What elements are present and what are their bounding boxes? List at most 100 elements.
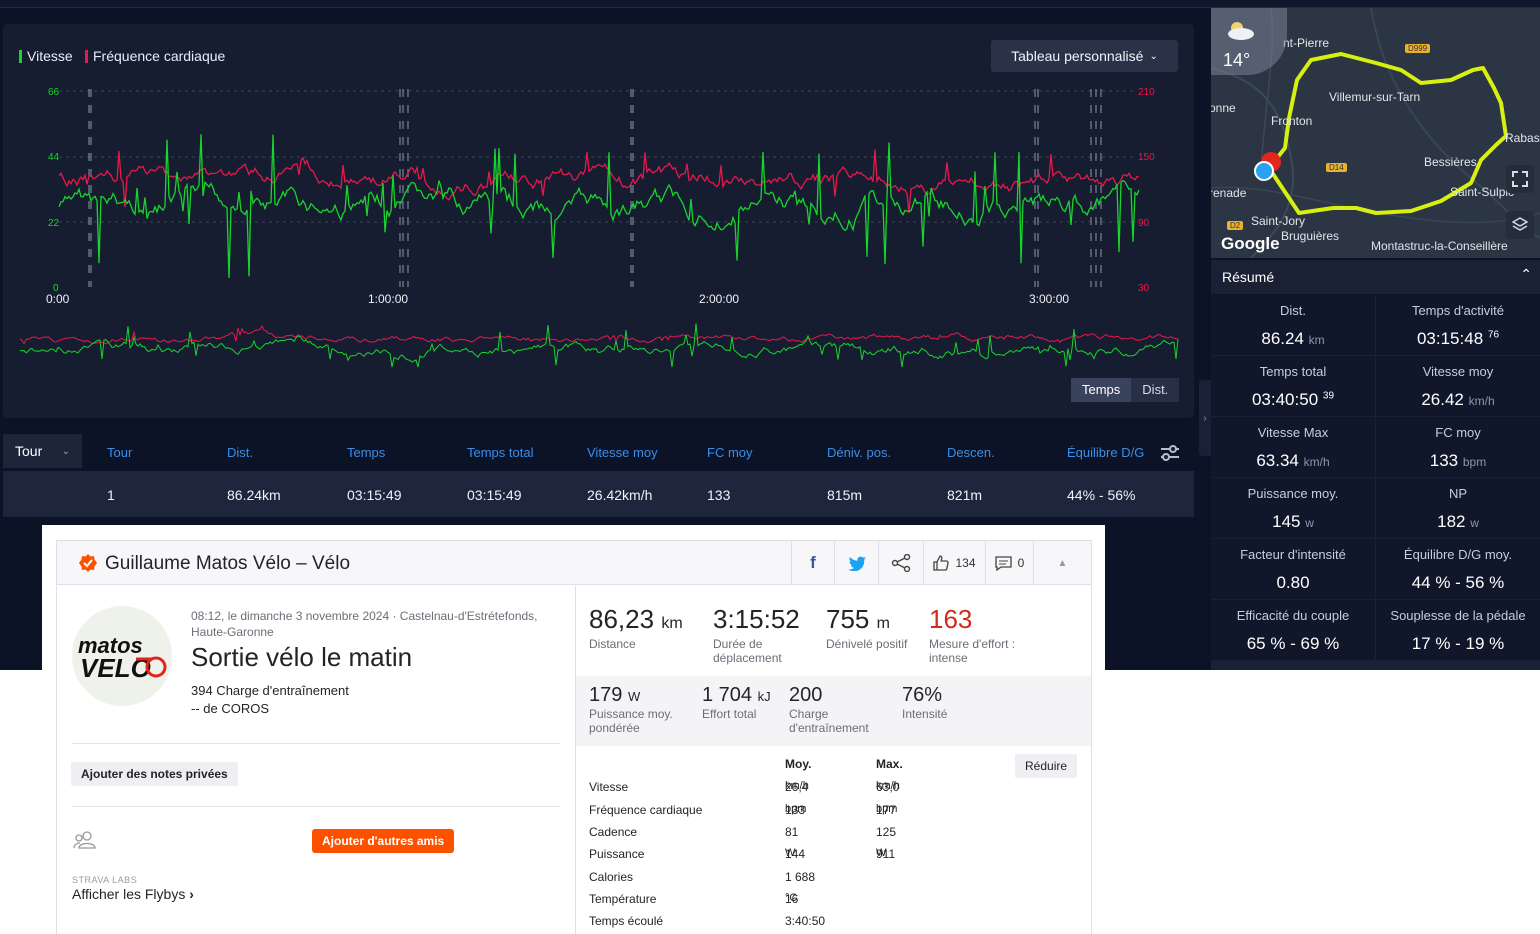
legend-hr[interactable]: Fréquence cardiaque bbox=[85, 48, 225, 64]
summary-title: Résumé bbox=[1222, 269, 1275, 285]
activity-stats: 86,23 km Distance 3:15:52 Durée de dépla… bbox=[575, 586, 1091, 934]
stat-relative-effort[interactable]: 163 Mesure d'effort : intense bbox=[929, 604, 1039, 665]
summary-item: Dist. 86.24 km bbox=[1211, 295, 1375, 355]
layers-icon bbox=[1512, 217, 1528, 231]
layers-button[interactable] bbox=[1506, 211, 1534, 239]
road-badge: D999 bbox=[1405, 44, 1431, 53]
matos-velo-logo: matos VELO bbox=[78, 633, 167, 683]
y-left-tick: 66 bbox=[48, 87, 60, 98]
chart-panel: Vitesse Fréquence cardiaque Tableau pers… bbox=[3, 24, 1194, 418]
share-button[interactable] bbox=[878, 541, 923, 585]
y-left-tick: 44 bbox=[48, 152, 60, 163]
collapse-stats-button[interactable]: Réduire bbox=[1015, 754, 1078, 778]
stat-moving-time: 3:15:52 Durée de déplacement bbox=[713, 604, 800, 665]
toggle-time[interactable]: Temps bbox=[1071, 378, 1132, 402]
col-header-time[interactable]: Temps bbox=[347, 445, 385, 460]
kudos-button[interactable]: 134 bbox=[923, 541, 985, 585]
collapse-card-button[interactable]: ▲ bbox=[1033, 541, 1091, 585]
summary-value: 0.80 bbox=[1276, 573, 1310, 592]
verified-badge-icon bbox=[79, 554, 97, 572]
sliders-icon[interactable] bbox=[1159, 444, 1181, 462]
activity-title[interactable]: Sortie vélo le matin bbox=[191, 642, 412, 673]
table-row[interactable]: 1 86.24km 03:15:49 03:15:49 26.42km/h 13… bbox=[3, 471, 1194, 517]
caret-up-icon: ▲ bbox=[1057, 557, 1068, 569]
twitter-share-button[interactable] bbox=[834, 541, 878, 585]
summary-item: Équilibre D/G moy. 44 % - 56 % bbox=[1376, 539, 1540, 599]
fullscreen-button[interactable] bbox=[1506, 165, 1534, 193]
share-icon bbox=[891, 554, 911, 572]
summary-label: NP bbox=[1448, 486, 1468, 501]
toggle-distance[interactable]: Dist. bbox=[1131, 378, 1180, 402]
col-header-elev-gain[interactable]: Déniv. pos. bbox=[827, 445, 891, 460]
table-row: Fréquence cardiaque 133 bpm 177 bpm bbox=[589, 803, 898, 817]
collapse-panel-button[interactable]: › bbox=[1199, 380, 1211, 456]
speed-series-line bbox=[58, 134, 1140, 279]
summary-value: 182 w bbox=[1437, 512, 1479, 531]
overview-chart[interactable] bbox=[3, 309, 1194, 369]
route-map[interactable]: nt-Pierre Villemur-sur-Tarn Fronton Raba… bbox=[1211, 8, 1540, 258]
col-header-distance[interactable]: Dist. bbox=[227, 445, 253, 460]
summary-label: Dist. bbox=[1280, 303, 1306, 318]
flybys-link[interactable]: Afficher les Flybys › bbox=[72, 886, 194, 902]
divider bbox=[72, 806, 560, 807]
facebook-share-button[interactable]: f bbox=[791, 541, 834, 585]
overview-hr-line bbox=[19, 325, 1179, 345]
summary-value: 65 % - 69 % bbox=[1246, 634, 1340, 653]
lap-type-select[interactable]: Tour ⌄ bbox=[3, 434, 82, 468]
twitter-icon bbox=[847, 556, 866, 571]
table-row: Temps écoulé 3:40:50 bbox=[589, 914, 826, 928]
summary-item: FC moy 133 bpm bbox=[1376, 417, 1540, 477]
cell-avg-hr: 133 bbox=[707, 487, 731, 503]
strava-activity-card: Guillaume Matos Vélo – Vélo f 134 0 ▲ ma… bbox=[42, 525, 1105, 934]
chevron-down-icon: ⌄ bbox=[61, 445, 70, 457]
avatar[interactable]: matos VELO bbox=[72, 606, 172, 706]
summary-header[interactable]: Résumé ⌃ bbox=[1211, 260, 1540, 294]
x-tick: 2:00:00 bbox=[699, 292, 739, 306]
custom-table-dropdown[interactable]: Tableau personnalisé ⌄ bbox=[991, 40, 1178, 72]
divider bbox=[72, 743, 560, 744]
speed-hr-chart[interactable]: 66 44 22 0 210 150 90 30 0:00 1:00:00 2:… bbox=[3, 79, 1194, 309]
col-header-descent[interactable]: Descen. bbox=[947, 445, 995, 460]
summary-value: 03:15:48 76 bbox=[1416, 329, 1500, 348]
table-row: Vitesse 26,4 km/h 63,0 km/h bbox=[589, 780, 900, 794]
col-header-avg-speed[interactable]: Vitesse moy bbox=[587, 445, 658, 460]
col-header-max: Max. bbox=[876, 757, 903, 771]
map-label: Saint-Jory bbox=[1251, 214, 1306, 228]
weather-temperature: 14° bbox=[1223, 50, 1251, 70]
legend-speed-swatch bbox=[19, 49, 22, 63]
stat-training-load: 200 Charge d'entraînement bbox=[789, 684, 869, 735]
summary-value: 03:40:50 39 bbox=[1251, 390, 1335, 409]
fullscreen-icon bbox=[1512, 171, 1528, 187]
summary-label: Vitesse Max bbox=[1257, 425, 1329, 440]
col-header-avg-hr[interactable]: FC moy bbox=[707, 445, 753, 460]
legend-hr-label: Fréquence cardiaque bbox=[93, 48, 226, 64]
add-friends-button[interactable]: Ajouter d'autres amis bbox=[312, 829, 455, 853]
kudos-count: 134 bbox=[955, 556, 976, 570]
map-label: renade bbox=[1211, 186, 1247, 200]
col-header-lap[interactable]: Tour bbox=[107, 445, 132, 460]
x-tick: 0:00 bbox=[46, 292, 70, 306]
strava-card-frame: Guillaume Matos Vélo – Vélo f 134 0 ▲ ma… bbox=[56, 540, 1092, 934]
map-label: Montastruc-la-Conseillère bbox=[1371, 239, 1508, 253]
overview-speed-line bbox=[19, 323, 1179, 368]
summary-grid: Dist. 86.24 km Temps d'activité 03:15:48… bbox=[1211, 295, 1540, 670]
map-label: Bessières bbox=[1424, 155, 1477, 169]
legend-speed[interactable]: Vitesse bbox=[19, 48, 73, 64]
col-header-balance[interactable]: Équilibre D/G bbox=[1067, 445, 1144, 460]
activity-date-location: 08:12, le dimanche 3 novembre 2024 · Cas… bbox=[191, 609, 538, 639]
google-logo: Google bbox=[1221, 234, 1280, 253]
strava-card-header: Guillaume Matos Vélo – Vélo f 134 0 ▲ bbox=[57, 541, 1091, 585]
comments-button[interactable]: 0 bbox=[985, 541, 1033, 585]
summary-item: Temps total 03:40:50 39 bbox=[1211, 356, 1375, 416]
group-icon bbox=[73, 831, 96, 849]
map-label: Bruguières bbox=[1281, 229, 1340, 243]
table-row: Température 16 °C bbox=[589, 892, 799, 906]
comment-icon bbox=[995, 555, 1012, 571]
strava-card-title: Guillaume Matos Vélo – Vélo bbox=[105, 553, 351, 574]
y-right-tick: 30 bbox=[1138, 283, 1150, 294]
start-marker-icon bbox=[1254, 152, 1281, 181]
lap-markers bbox=[88, 89, 1102, 287]
add-private-notes-button[interactable]: Ajouter des notes privées bbox=[71, 762, 238, 786]
chart-grid bbox=[59, 90, 1137, 223]
col-header-total-time[interactable]: Temps total bbox=[467, 445, 533, 460]
